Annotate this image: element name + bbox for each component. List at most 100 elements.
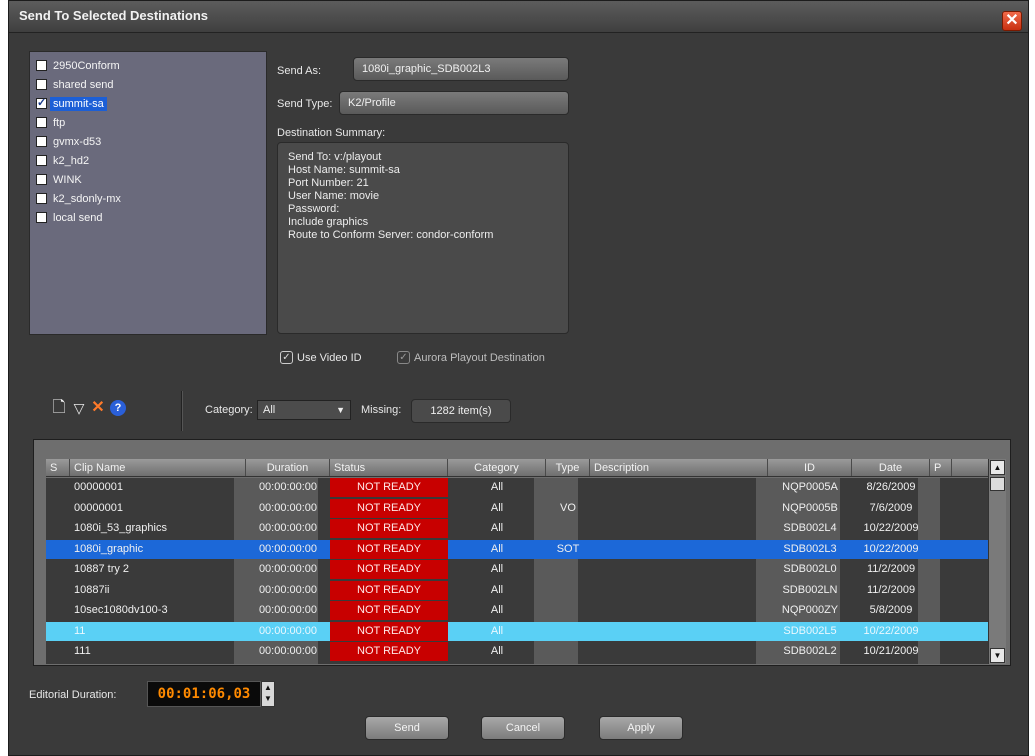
destination-label: k2_hd2 — [53, 154, 90, 167]
cell-status: NOT READY — [330, 580, 448, 600]
cell-s — [46, 622, 70, 641]
close-button[interactable]: ✕ — [1002, 11, 1022, 31]
destination-checkbox[interactable] — [36, 136, 47, 147]
destination-label: shared send — [53, 78, 114, 91]
editorial-duration-timecode[interactable]: 00:01:06,03 — [147, 681, 261, 707]
cell-type — [546, 478, 590, 497]
column-header[interactable]: Description — [590, 459, 768, 476]
cell-date: 10/22/2009 — [863, 624, 919, 637]
summary-line: Route to Conform Server: condor-conform — [288, 229, 494, 241]
destination-checkbox[interactable] — [36, 155, 47, 166]
cell-type — [546, 642, 590, 661]
cell-date: 11/2/2009 — [866, 563, 916, 575]
cell-type — [546, 560, 590, 579]
filter-icon[interactable]: ▽ — [71, 399, 87, 417]
vertical-scrollbar[interactable]: ▲ ▼ — [988, 459, 1006, 664]
cell-date: 8/26/2009 — [866, 481, 916, 493]
table-row[interactable]: 00000001 00:00:00:00 NOT READY All NQP0005A 8… — [46, 478, 988, 497]
summary-line: Send To: v:/playout — [288, 151, 382, 163]
cell-id: NQP0005A — [782, 481, 838, 493]
table-row[interactable]: 1080i_graphic 00:00:00:00 NOT READY All SOT S… — [46, 539, 988, 559]
cell-id: SDB002L5 — [783, 624, 837, 637]
cancel-button[interactable]: Cancel — [481, 716, 565, 740]
cell-id: SDB002L3 — [783, 542, 837, 555]
cell-name: 00000001 — [74, 481, 123, 493]
send-type-field: K2/Profile — [339, 91, 569, 115]
cell-status: NOT READY — [330, 539, 448, 559]
destination-item[interactable]: k2_sdonly-mx — [36, 189, 266, 208]
destination-item[interactable]: 2950Conform — [36, 56, 266, 75]
send-dialog: Send To Selected Destinations ✕ 2950Conf… — [8, 0, 1029, 756]
table-row[interactable]: 10sec1080dv100-3 00:00:00:00 NOT READY All N… — [46, 601, 988, 620]
scroll-down-icon[interactable]: ▼ — [990, 648, 1005, 663]
cell-duration: 00:00:00:00 — [258, 604, 318, 616]
cell-description — [590, 499, 768, 518]
column-header[interactable]: ID — [768, 459, 852, 476]
help-icon[interactable]: ? — [110, 400, 126, 416]
destination-item[interactable]: WINK — [36, 170, 266, 189]
cell-id: NQP0005B — [782, 501, 838, 514]
cell-duration: 00:00:00:00 — [258, 522, 318, 534]
cell-name: 10887ii — [74, 583, 110, 596]
table-row[interactable]: 00000001 00:00:00:00 NOT READY All VO NQP0005… — [46, 498, 988, 518]
destination-item[interactable]: ftp — [36, 113, 266, 132]
cell-p — [930, 622, 952, 641]
column-header[interactable]: P — [930, 459, 952, 476]
cell-id: NQP000ZY — [781, 604, 839, 616]
destination-item[interactable]: local send — [36, 208, 266, 227]
send-button[interactable]: Send — [365, 716, 449, 740]
cell-category: All — [490, 624, 504, 637]
column-header[interactable]: Category — [448, 459, 546, 476]
destination-checkbox[interactable] — [36, 96, 47, 109]
table-row[interactable]: 10887 try 2 00:00:00:00 NOT READY All SDB002… — [46, 560, 988, 579]
destination-checkbox[interactable] — [36, 79, 47, 90]
cell-name: 1080i_53_graphics — [74, 522, 167, 534]
destination-item[interactable]: summit-sa — [36, 94, 266, 113]
destination-checkbox[interactable] — [36, 174, 47, 185]
cell-duration: 00:00:00:00 — [258, 563, 318, 575]
cell-date: 10/22/2009 — [863, 522, 919, 534]
cell-description — [590, 540, 768, 559]
destination-item[interactable]: k2_hd2 — [36, 151, 266, 170]
table-row[interactable]: 11 00:00:00:00 NOT READY All SDB002L5 10/22/2… — [46, 621, 988, 641]
destination-checkbox[interactable] — [36, 193, 47, 204]
table-row[interactable]: 10887ii 00:00:00:00 NOT READY All SDB002LN 11… — [46, 580, 988, 600]
duration-stepper[interactable]: ▲ ▼ — [261, 681, 275, 707]
destination-item[interactable]: gvmx-d53 — [36, 132, 266, 151]
new-document-icon[interactable]: 🗋 — [51, 399, 67, 417]
summary-line: User Name: movie — [288, 190, 380, 202]
destination-item[interactable]: shared send — [36, 75, 266, 94]
column-header[interactable]: Status — [330, 459, 448, 476]
cell-date: 7/6/2009 — [869, 501, 913, 514]
destination-summary-label: Destination Summary: — [277, 127, 386, 139]
column-header[interactable]: Duration — [246, 459, 330, 476]
scroll-up-icon[interactable]: ▲ — [990, 460, 1005, 475]
cell-name: 10sec1080dv100-3 — [74, 604, 168, 616]
column-header[interactable]: Clip Name — [70, 459, 246, 476]
column-header[interactable]: S — [46, 459, 70, 476]
send-as-field[interactable]: 1080i_graphic_SDB002L3 — [353, 57, 569, 81]
destination-summary: Send To: v:/playout Host Name: summit-sa P… — [277, 142, 569, 334]
destination-checkbox[interactable] — [36, 60, 47, 71]
apply-button[interactable]: Apply — [599, 716, 683, 740]
destination-checkbox[interactable] — [36, 117, 47, 128]
use-video-id-checkbox[interactable]: ✓ — [280, 351, 293, 364]
table-row[interactable]: 1080i_53_graphics 00:00:00:00 NOT READY All… — [46, 519, 988, 538]
cell-p — [930, 499, 952, 518]
column-header[interactable]: Type — [546, 459, 590, 476]
aurora-playout-checkbox: ✓ — [397, 351, 410, 364]
table-row[interactable]: 111 00:00:00:00 NOT READY All SDB002L2 10/21/… — [46, 642, 988, 661]
destination-checkbox[interactable] — [36, 212, 47, 223]
category-select[interactable]: All ▼ — [257, 400, 351, 420]
cell-s — [46, 642, 70, 661]
cell-p — [930, 540, 952, 559]
use-video-id-label: Use Video ID — [297, 351, 362, 364]
cell-category: All — [490, 604, 504, 616]
use-video-id-option[interactable]: ✓ Use Video ID — [280, 351, 362, 364]
delete-icon[interactable]: ✕ — [90, 399, 106, 417]
column-header[interactable]: Date — [852, 459, 930, 476]
cell-category: All — [490, 481, 504, 493]
scroll-thumb[interactable] — [990, 477, 1005, 491]
missing-count: 1282 item(s) — [411, 399, 511, 423]
aurora-playout-label: Aurora Playout Destination — [414, 351, 545, 364]
